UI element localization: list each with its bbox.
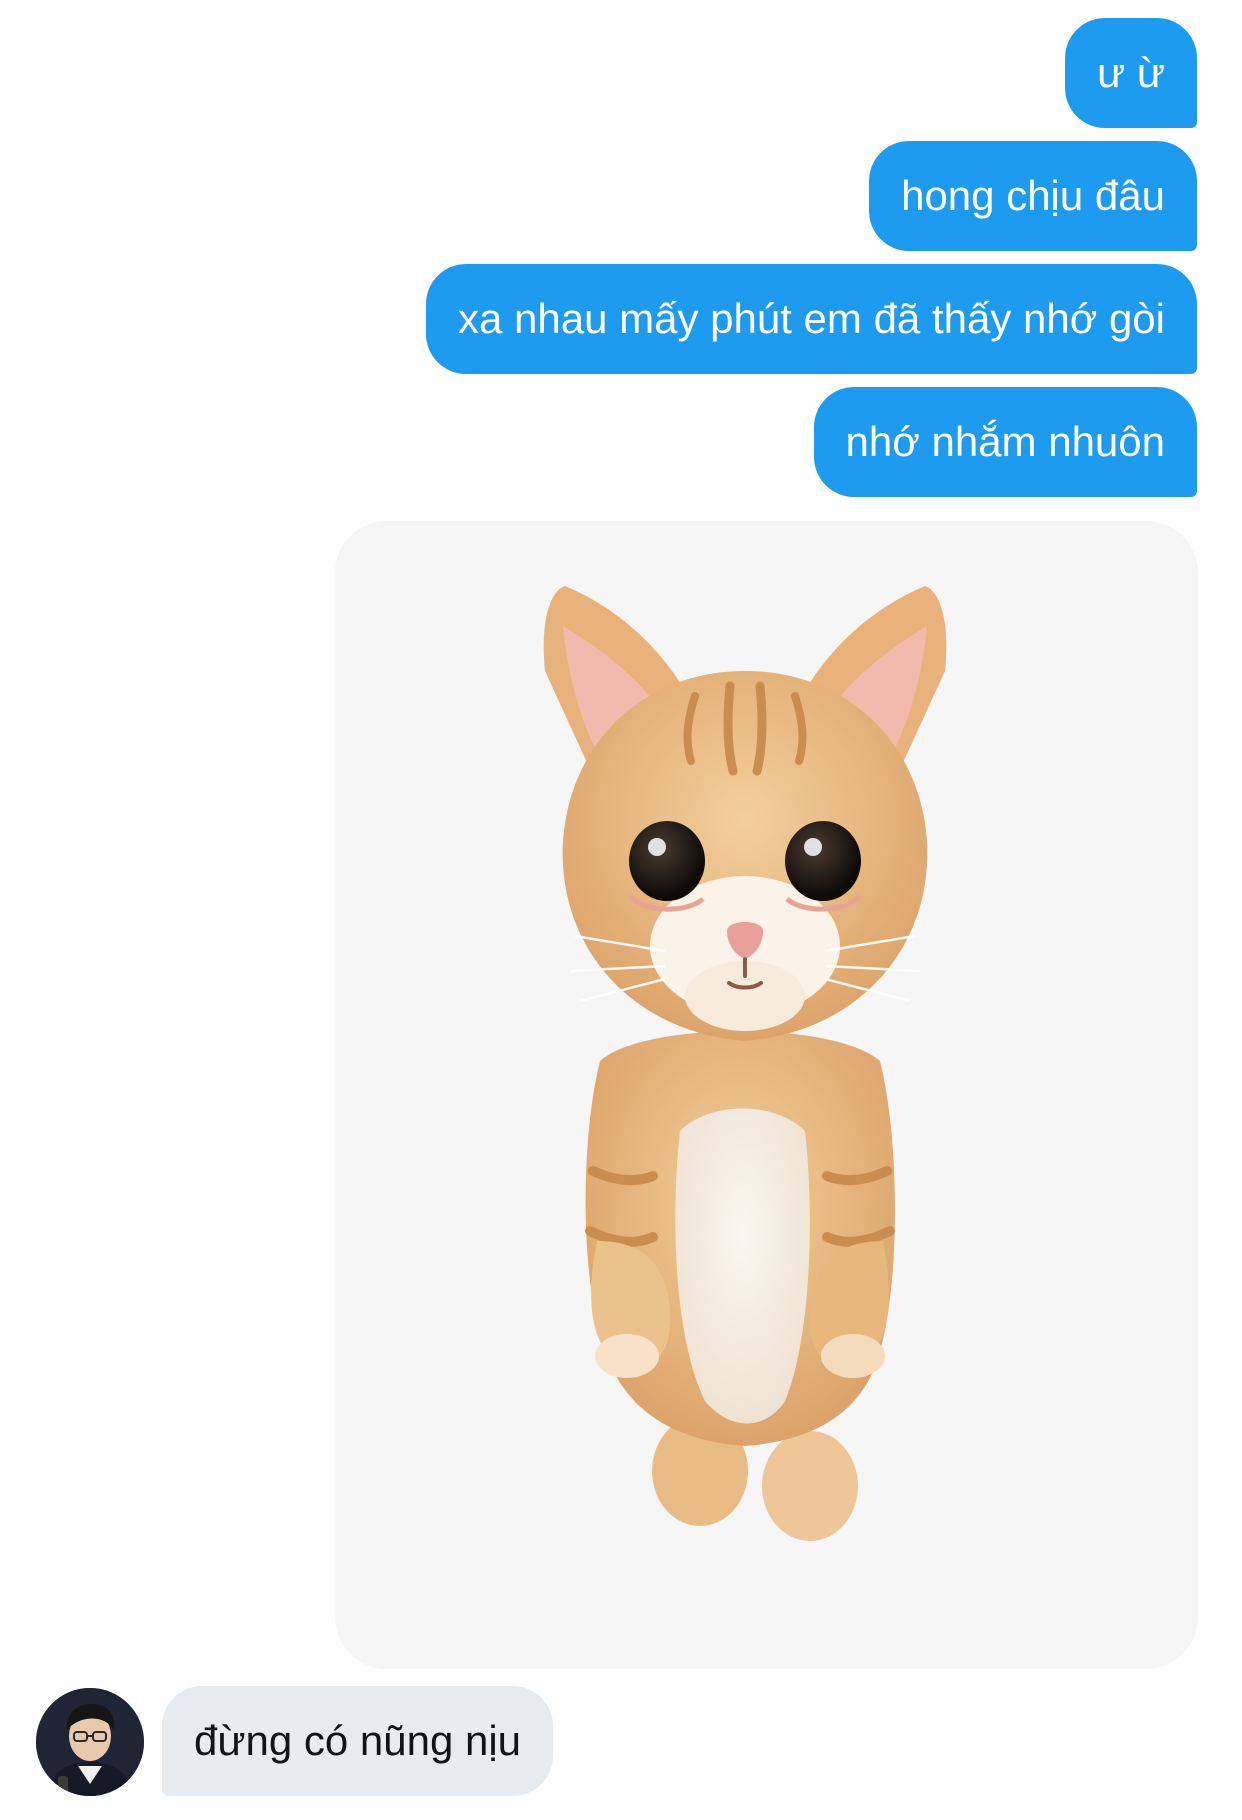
message-text: nhớ nhắm nhuôn (845, 418, 1165, 465)
incoming-message-bubble[interactable]: đừng có nũng nịu (162, 1686, 554, 1796)
message-thread: ư ừ hong chịu đâu xa nhau mấy phút em đã… (0, 0, 1242, 1820)
message-text: xa nhau mấy phút em đã thấy nhớ gòi (458, 295, 1165, 342)
outgoing-image-message[interactable] (335, 521, 1198, 1669)
kitten-sticker-image (543, 586, 947, 1541)
user-avatar-photo-icon (36, 1688, 144, 1796)
message-text: hong chịu đâu (901, 172, 1165, 219)
outgoing-message-bubble[interactable]: xa nhau mấy phút em đã thấy nhớ gòi (426, 264, 1197, 374)
message-text: đừng có nũng nịu (194, 1717, 522, 1764)
outgoing-message-bubble[interactable]: hong chịu đâu (869, 141, 1197, 251)
outgoing-message-bubble[interactable]: ư ừ (1065, 18, 1197, 128)
message-text: ư ừ (1097, 49, 1165, 96)
outgoing-message-bubble[interactable]: nhớ nhắm nhuôn (813, 387, 1197, 497)
user-avatar[interactable] (36, 1688, 144, 1796)
